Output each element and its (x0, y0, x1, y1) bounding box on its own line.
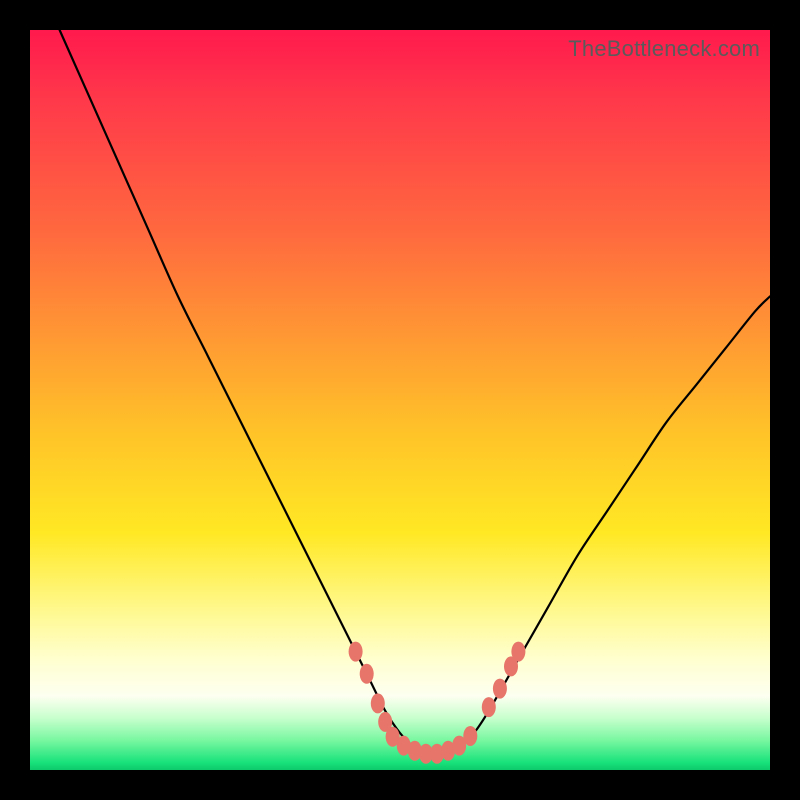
plot-area: TheBottleneck.com (30, 30, 770, 770)
series-curve (60, 30, 770, 754)
marker-group (349, 642, 526, 764)
marker-dot (349, 642, 363, 662)
marker-dot (511, 642, 525, 662)
marker-dot (482, 697, 496, 717)
marker-dot (493, 679, 507, 699)
marker-dot (371, 693, 385, 713)
marker-dot (360, 664, 374, 684)
chart-frame: TheBottleneck.com (0, 0, 800, 800)
chart-svg (30, 30, 770, 770)
marker-dot (463, 726, 477, 746)
